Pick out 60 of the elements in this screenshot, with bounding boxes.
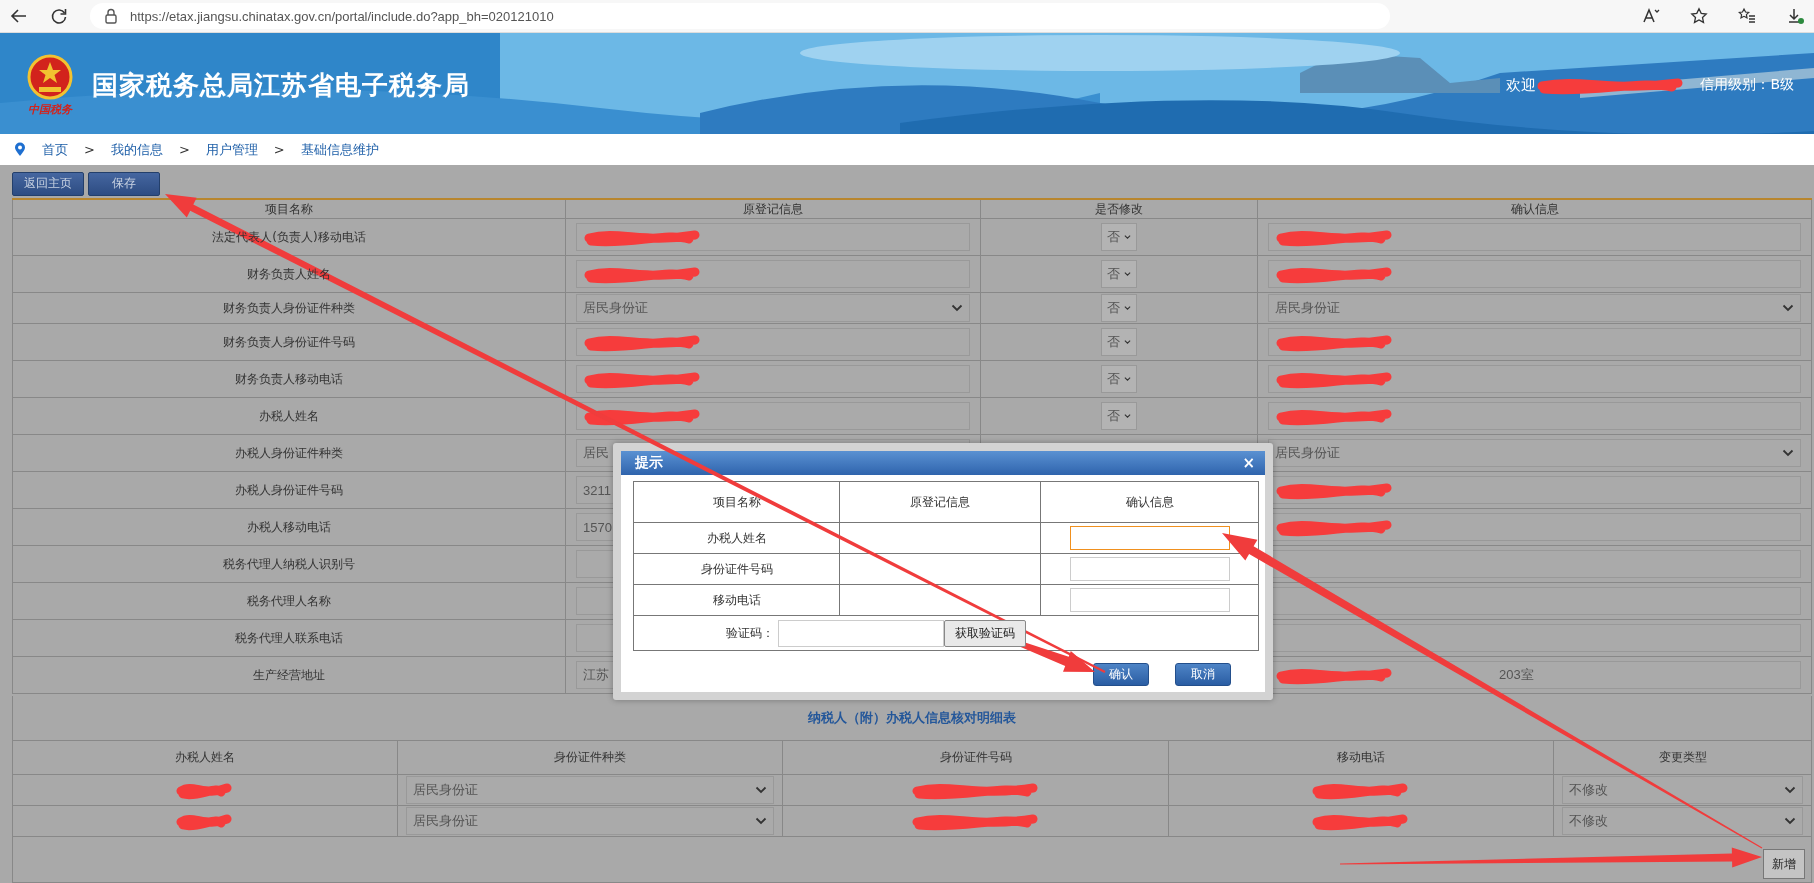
dropdown[interactable]: 居民身份证 [576,294,970,322]
column-header: 确认信息 [1125,494,1174,509]
logo-caption: 中国税务 [28,101,72,117]
breadcrumb-separator: > [84,142,95,158]
confirm-button[interactable]: 确认 [1093,663,1149,686]
get-code-button[interactable]: 获取验证码 [944,619,1026,647]
dropdown[interactable]: 居民身份证 [406,807,774,835]
cancel-button[interactable]: 取消 [1175,663,1231,686]
toolbar-button[interactable]: 保存 [88,171,160,196]
column-header: 原登记信息 [743,200,803,218]
dropdown[interactable]: 否 [1101,328,1137,356]
toolbar-button[interactable]: 返回主页 [12,171,84,196]
breadcrumb-link[interactable]: 基础信息维护 [300,140,379,159]
column-header: 原登记信息 [910,494,970,509]
row-label: 财务负责人身份证件种类 [223,299,355,317]
breadcrumb-separator: > [178,142,190,158]
breadcrumb-separator: > [273,142,285,158]
row-label: 办税人姓名 [706,530,767,545]
column-header: 移动电话 [1337,749,1385,766]
row-label: 办税人身份证件号码 [235,481,343,499]
row-label: 税务代理人纳税人识别号 [223,555,355,573]
column-header: 身份证件号码 [939,749,1012,766]
dropdown[interactable]: 否 [1101,365,1137,393]
url-text: https://etax.jiangsu.chinatax.gov.cn/portal/include.do?app_bh=020121010 [130,8,554,24]
column-header: 是否修改 [1095,200,1143,218]
row-label: 办税人移动电话 [247,518,331,536]
dropdown[interactable]: 否 [1101,223,1137,251]
row-label: 税务代理人联系电话 [235,629,343,647]
column-header: 确认信息 [1510,200,1559,218]
breadcrumb-link[interactable]: 用户管理 [205,140,258,159]
site-title: 国家税务总局江苏省电子税务局 [92,68,470,102]
row-label: 移动电话 [712,592,761,607]
row-label: 办税人姓名 [259,407,319,425]
column-header: 身份证件种类 [554,749,626,766]
dropdown[interactable]: 不修改 [1562,807,1803,835]
section-title: 纳税人（附）办税人信息核对明细表 [808,709,1016,727]
breadcrumb-link[interactable]: 首页 [42,140,68,159]
welcome-text: 欢迎 [1506,75,1537,95]
dropdown[interactable]: 否 [1101,294,1137,322]
row-label: 办税人身份证件种类 [235,444,343,462]
column-header: 项目名称 [265,200,313,218]
row-label: 财务负责人身份证件号码 [223,333,355,351]
captcha-label: 验证码： [726,624,774,642]
breadcrumb-link[interactable]: 我的信息 [110,140,163,159]
column-header: 变更类型 [1658,749,1707,766]
row-label: 税务代理人名称 [247,592,331,610]
row-label: 财务负责人移动电话 [235,370,343,388]
dropdown[interactable]: 否 [1101,260,1137,288]
row-label: 身份证件号码 [700,561,773,576]
dropdown[interactable]: 否 [1101,402,1137,430]
dropdown[interactable]: 不修改 [1562,776,1803,804]
row-label: 生产经营地址 [253,666,325,684]
close-button[interactable]: × [1242,454,1255,472]
dropdown[interactable]: 居民身份证 [406,776,774,804]
column-header: 办税人姓名 [175,749,235,766]
column-header: 项目名称 [712,494,761,509]
add-button[interactable]: 新增 [1763,849,1805,879]
dropdown[interactable]: 居民身份证 [1268,294,1801,322]
dialog-title: 提示 [635,454,663,472]
dropdown[interactable]: 居民身份证 [1268,439,1801,467]
